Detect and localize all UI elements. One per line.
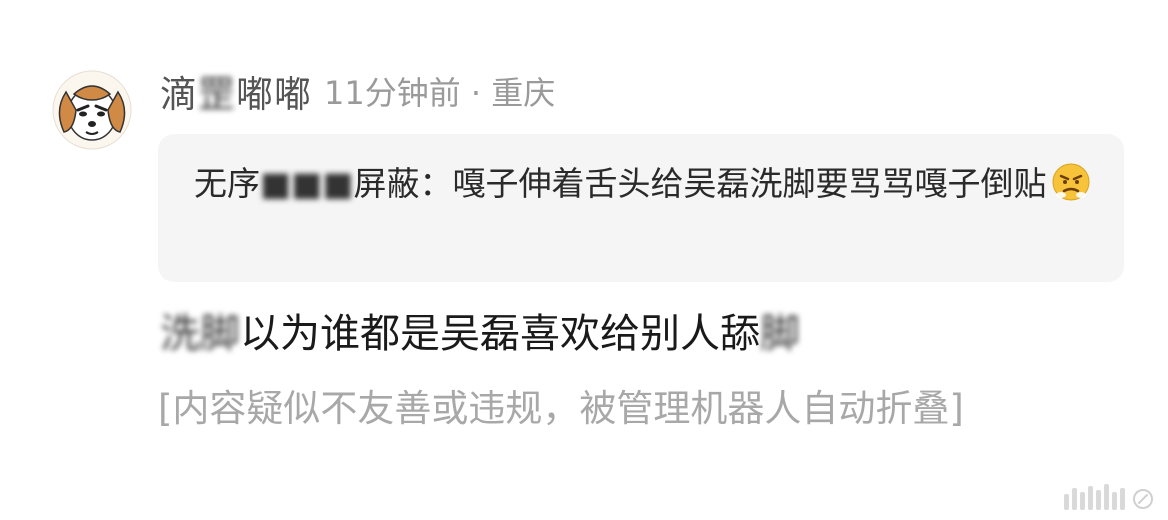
quoted-reply-text: 无序■■■屏蔽：嘎子伸着舌头给吴磊洗脚要骂骂嘎子倒贴 — [194, 158, 1094, 210]
watermark-bar — [1120, 488, 1125, 510]
comment-body-text: 以为谁都是吴磊喜欢给别人舔 — [240, 311, 760, 357]
watermark-bar — [1088, 486, 1093, 510]
username-suffix: 嘟嘟 — [236, 73, 312, 116]
watermark-bar — [1096, 490, 1101, 510]
comment-header: 滴罡嘟嘟 11分钟前 · 重庆 — [160, 64, 555, 118]
username[interactable]: 滴罡嘟嘟 — [160, 64, 312, 118]
angry-face-emoji-icon — [1051, 162, 1091, 202]
weibo-watermark-icon — [1133, 489, 1153, 509]
watermark-bar — [1112, 492, 1117, 510]
watermark-bar — [1064, 494, 1069, 510]
avatar[interactable] — [52, 70, 132, 150]
watermark-bar — [1080, 492, 1085, 510]
watermark-bar — [1104, 484, 1109, 510]
quote-author-suffix: 屏蔽： — [353, 164, 453, 203]
watermark-bar — [1072, 488, 1077, 510]
weibo-watermark — [1064, 482, 1154, 510]
folded-notice[interactable]: [内容疑似不友善或违规，被管理机器人自动折叠] — [158, 384, 1108, 434]
quote-author-prefix: 无序 — [194, 164, 260, 203]
comment-meta: 11分钟前 · 重庆 — [324, 74, 556, 112]
comment-body-blurred-end: 脚 — [760, 311, 800, 357]
cartoon-dog-avatar-icon — [52, 70, 132, 150]
comment-body-blurred-start: 洗脚 — [160, 311, 240, 357]
quote-author-blurred: ■■■ — [260, 164, 354, 203]
comment-body: 洗脚以为谁都是吴磊喜欢给别人舔脚 — [160, 306, 1120, 362]
quoted-reply[interactable]: 无序■■■屏蔽：嘎子伸着舌头给吴磊洗脚要骂骂嘎子倒贴 — [158, 134, 1124, 282]
quote-content: 嘎子伸着舌头给吴磊洗脚要骂骂嘎子倒贴 — [452, 164, 1047, 203]
username-blurred: 罡 — [198, 73, 236, 116]
username-prefix: 滴 — [160, 73, 198, 116]
